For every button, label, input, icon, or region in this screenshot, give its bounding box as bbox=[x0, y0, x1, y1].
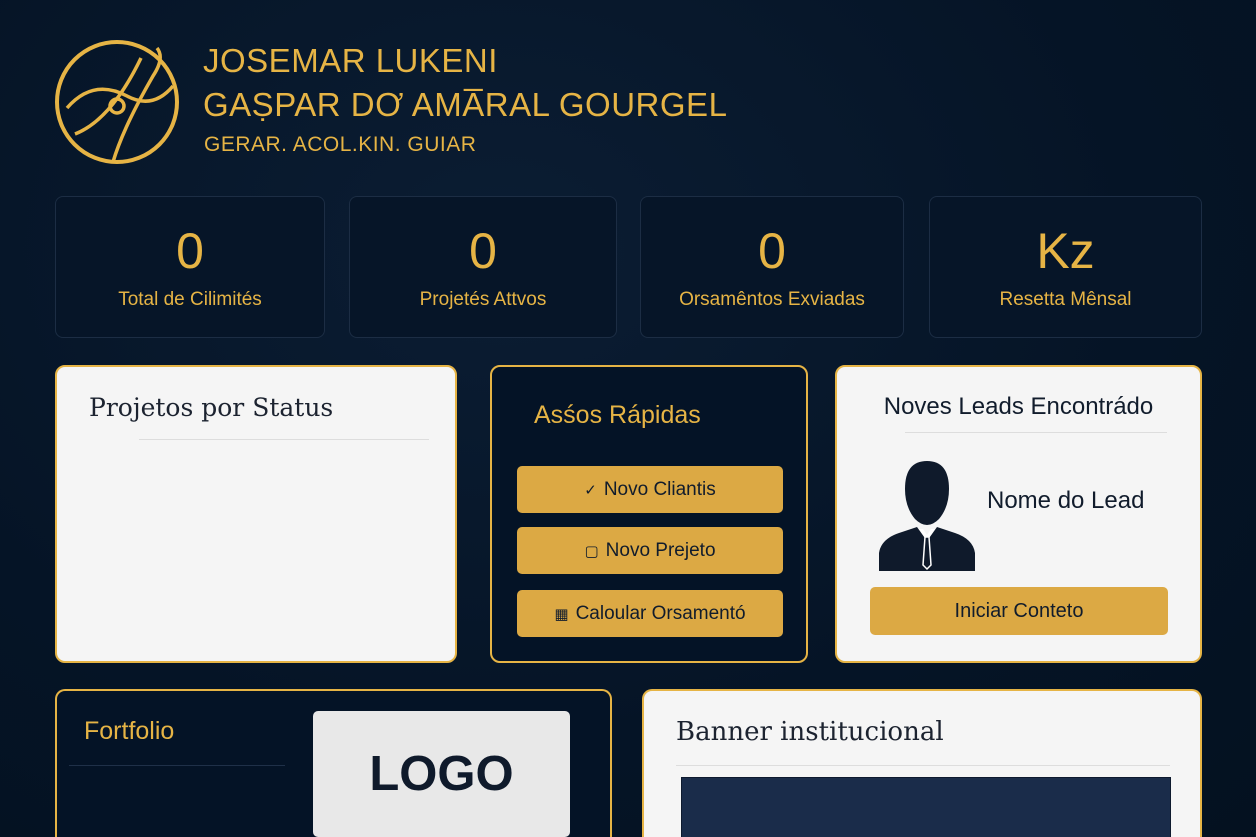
new-leads-panel: Noves Leads Encontrádo Nome do Lead Inic… bbox=[835, 365, 1202, 663]
button-label: Novo Prejeto bbox=[605, 539, 716, 561]
dashboard-page: JOSEMAR LUKENI GAṢPAR DƠ AMA̅RAL GOURGEL… bbox=[0, 0, 1256, 837]
stat-value: Kz bbox=[1036, 223, 1095, 279]
panel-title: Noves Leads Encontrádo bbox=[883, 393, 1154, 420]
stat-label: Resetta Mênsal bbox=[999, 289, 1132, 310]
stat-value: 0 bbox=[758, 223, 786, 279]
calculator-icon: ▦ bbox=[554, 605, 569, 623]
stat-card-clients: 0 Total de Cilimités bbox=[55, 196, 325, 338]
panel-title: Fortfolio bbox=[84, 717, 175, 745]
brand-name-line2: GAṢPAR DƠ AMA̅RAL GOURGEL bbox=[203, 86, 728, 123]
person-silhouette-icon bbox=[879, 461, 975, 571]
divider bbox=[676, 765, 1170, 766]
brand-tagline: GERAR. ACOL.KIN. GUIAR bbox=[204, 133, 477, 156]
stat-card-projects: 0 Projetés Attvos bbox=[349, 196, 617, 338]
divider bbox=[905, 432, 1167, 433]
portfolio-logo[interactable]: LOGO bbox=[313, 711, 570, 837]
banner-panel: Banner institucional bbox=[642, 689, 1202, 837]
stat-label: Orsamêntos Exviadas bbox=[679, 289, 865, 310]
button-label: Caloular Orsamentó bbox=[575, 602, 746, 624]
start-contact-button[interactable]: Iniciar Conteto bbox=[870, 587, 1168, 635]
circle-emblem-icon bbox=[55, 40, 179, 164]
new-client-button[interactable]: ✓ Novo Cliantis bbox=[517, 466, 783, 513]
panel-title: Banner institucional bbox=[676, 717, 944, 747]
banner-image[interactable] bbox=[681, 777, 1171, 837]
stat-value: 0 bbox=[176, 223, 204, 279]
button-label: Novo Cliantis bbox=[603, 478, 716, 500]
divider bbox=[69, 765, 285, 766]
stat-label: Total de Cilimités bbox=[118, 289, 262, 310]
stat-label: Projetés Attvos bbox=[419, 289, 547, 310]
new-project-button[interactable]: ▢ Novo Prejeto bbox=[517, 527, 783, 574]
stat-card-revenue: Kz Resetta Mênsal bbox=[929, 196, 1202, 338]
lead-name: Nome do Lead bbox=[987, 487, 1145, 514]
brand-name-line1: JOSEMAR LUKENI bbox=[203, 42, 498, 79]
check-icon: ✓ bbox=[584, 481, 597, 499]
portfolio-panel: Fortfolio LOGO bbox=[55, 689, 612, 837]
stat-card-budgets: 0 Orsamêntos Exviadas bbox=[640, 196, 904, 338]
panel-title: Projetos por Status bbox=[89, 393, 334, 422]
divider bbox=[139, 439, 429, 440]
quick-actions-panel: Asśos Rápidas ✓ Novo Cliantis ▢ Novo Pre… bbox=[490, 365, 808, 663]
panel-title: Asśos Rápidas bbox=[534, 401, 701, 429]
calculate-budget-button[interactable]: ▦ Caloular Orsamentó bbox=[517, 590, 783, 637]
folder-icon: ▢ bbox=[584, 542, 599, 560]
stat-value: 0 bbox=[469, 223, 497, 279]
projects-status-panel: Projetos por Status bbox=[55, 365, 457, 663]
